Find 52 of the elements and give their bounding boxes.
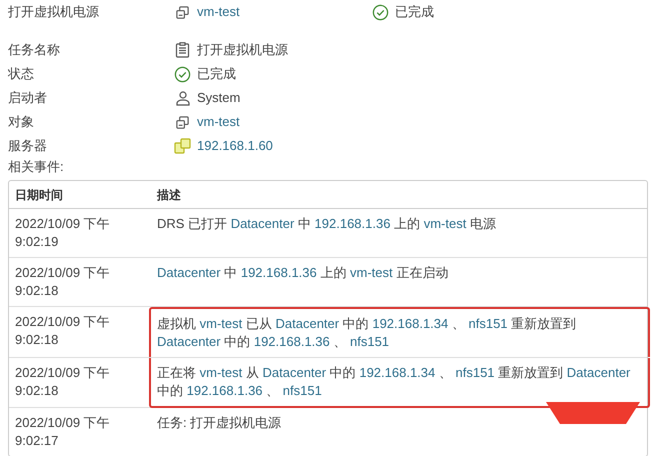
event-link[interactable]: Datacenter — [276, 316, 340, 331]
event-link[interactable]: 192.168.1.36 — [314, 216, 390, 231]
event-link[interactable]: nfs151 — [456, 365, 495, 380]
date-cell-text: 2022/10/09 下午 9:02:17 — [14, 414, 111, 450]
field-label: 状态 — [8, 65, 35, 84]
description-cell-text: DRS 已打开 Datacenter 中 192.168.1.36 上的 vm-test 电源 — [156, 215, 497, 233]
date-cell-text: 2022/10/09 下午 9:02:18 — [14, 313, 111, 349]
event-link[interactable]: 192.168.1.36 — [254, 334, 330, 349]
event-link[interactable]: vm-test — [424, 216, 466, 231]
vm-icon — [174, 114, 191, 130]
user-icon — [174, 90, 191, 106]
field-label: 对象 — [8, 113, 35, 132]
column-header: 日期时间 — [14, 186, 64, 204]
event-link[interactable]: Datacenter — [157, 265, 221, 280]
event-link[interactable]: 192.168.1.34 — [372, 316, 448, 331]
date-cell-text: 2022/10/09 下午 9:02:18 — [14, 264, 111, 300]
date-cell-text: 2022/10/09 下午 9:02:18 — [14, 364, 111, 400]
clipboard-icon — [174, 42, 191, 58]
event-link[interactable]: 192.168.1.34 — [359, 365, 436, 380]
event-link[interactable]: vm-test — [350, 265, 393, 280]
field-label: 启动者 — [8, 89, 48, 108]
description-cell-text: Datacenter 中 192.168.1.36 上的 vm-test 正在启动 — [156, 264, 450, 282]
event-link[interactable]: Datacenter — [262, 365, 326, 380]
field-value: System — [197, 89, 240, 108]
field-value: 已完成 — [197, 65, 236, 84]
event-link[interactable]: 192.168.1.36 — [186, 383, 263, 398]
event-link[interactable]: nfs151 — [468, 316, 508, 331]
event-link[interactable]: nfs151 — [350, 334, 390, 349]
field-label: 服务器 — [8, 137, 48, 156]
field-label: 任务名称 — [8, 41, 61, 60]
column-header: 描述 — [156, 186, 182, 204]
event-link[interactable]: vm-test — [200, 316, 242, 331]
check-circle-icon — [372, 4, 389, 20]
description-cell-text: 任务: 打开虚拟机电源 — [156, 414, 282, 432]
vm-icon — [174, 4, 191, 20]
status-text: 已完成 — [395, 3, 434, 22]
field-value: 打开虚拟机电源 — [197, 41, 288, 60]
object-link[interactable]: vm-test — [197, 2, 240, 22]
field-link[interactable]: 192.168.1.60 — [197, 136, 273, 156]
field-link[interactable]: vm-test — [197, 112, 240, 132]
section-label: 相关事件: — [8, 158, 65, 176]
server-host-icon — [174, 138, 191, 154]
event-link[interactable]: vm-test — [200, 365, 242, 380]
check-circle-icon — [174, 66, 191, 82]
date-cell-text: 2022/10/09 下午 9:02:19 — [14, 215, 111, 251]
event-link[interactable]: Datacenter — [566, 365, 630, 380]
description-cell: 虚拟机 vm-test 已从 Datacenter 中的 192.168.1.34 、 nfs151 重新放置到 Datacenter 中的 192.168.1.36 、 nfs151 — [149, 307, 650, 357]
event-link[interactable]: Datacenter — [230, 216, 294, 231]
event-link[interactable]: nfs151 — [282, 383, 322, 398]
event-link[interactable]: 192.168.1.36 — [240, 265, 317, 280]
event-link[interactable]: Datacenter — [157, 334, 221, 349]
task-title: 打开虚拟机电源 — [8, 3, 100, 22]
